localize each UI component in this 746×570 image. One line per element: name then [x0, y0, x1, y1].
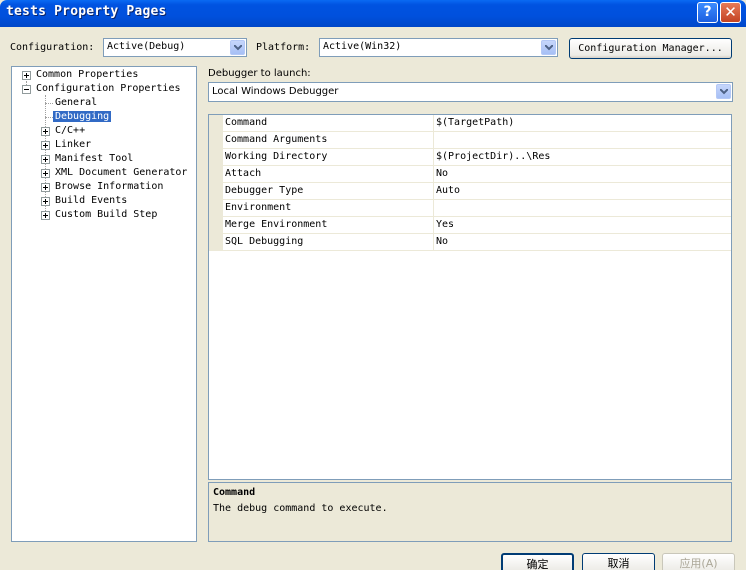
property-name: Debugger Type — [225, 185, 304, 196]
chevron-down-icon[interactable] — [541, 40, 556, 55]
tree-connector — [45, 103, 53, 104]
question-icon: ? — [703, 4, 712, 20]
description-text: The debug command to execute. — [213, 503, 388, 514]
expand-plus-icon[interactable] — [41, 127, 50, 136]
window-title: tests Property Pages — [6, 4, 167, 19]
column-divider — [433, 200, 434, 217]
collapse-minus-icon[interactable] — [22, 85, 31, 94]
property-name: Attach — [225, 168, 262, 179]
expand-plus-icon[interactable] — [41, 155, 50, 164]
help-button[interactable]: ? — [697, 2, 718, 23]
platform-label: Platform: — [256, 42, 311, 53]
debugger-value: Local Windows Debugger — [212, 86, 339, 97]
expand-plus-icon[interactable] — [41, 141, 50, 150]
configuration-value: Active(Debug) — [107, 41, 186, 52]
property-row[interactable]: Environment — [223, 200, 731, 217]
description-title: Command — [213, 487, 256, 498]
column-divider — [433, 132, 434, 149]
property-value[interactable]: $(TargetPath) — [436, 117, 514, 128]
property-row[interactable]: Command $(TargetPath) — [223, 115, 731, 132]
property-name: Environment — [225, 202, 292, 213]
column-divider — [433, 234, 434, 251]
expand-plus-icon[interactable] — [22, 71, 31, 80]
platform-select[interactable]: Active(Win32) — [319, 38, 558, 57]
chevron-down-icon[interactable] — [230, 40, 245, 55]
ok-label: 确定 — [526, 558, 549, 570]
ok-button[interactable]: 确定 — [501, 553, 574, 570]
column-divider — [433, 183, 434, 200]
property-row[interactable]: Attach No — [223, 166, 731, 183]
apply-button[interactable]: 应用(A) — [662, 553, 735, 570]
column-divider — [433, 166, 434, 183]
configuration-manager-label: Configuration Manager... — [578, 43, 723, 54]
property-tree[interactable]: Common Properties Configuration Properti… — [11, 66, 197, 542]
property-row[interactable]: Working Directory $(ProjectDir)..\Res — [223, 149, 731, 166]
column-divider — [433, 217, 434, 234]
property-row[interactable]: Command Arguments — [223, 132, 731, 149]
property-value[interactable]: Yes — [436, 219, 454, 230]
apply-label: 应用(A) — [679, 557, 718, 570]
property-row[interactable]: Debugger Type Auto — [223, 183, 731, 200]
property-value[interactable]: $(ProjectDir)..\Res — [436, 151, 550, 162]
close-button[interactable]: ✕ — [720, 2, 741, 23]
property-name: Merge Environment — [225, 219, 328, 230]
debugger-label: Debugger to launch: — [208, 68, 311, 79]
cancel-label: 取消 — [607, 557, 630, 570]
property-value[interactable]: No — [436, 168, 448, 179]
cancel-button[interactable]: 取消 — [582, 553, 655, 570]
column-divider — [433, 115, 434, 132]
title-bar: tests Property Pages ? ✕ — [0, 0, 746, 27]
property-name: Working Directory — [225, 151, 328, 162]
configuration-manager-button[interactable]: Configuration Manager... — [569, 38, 732, 59]
close-icon: ✕ — [724, 3, 737, 21]
chevron-down-icon[interactable] — [716, 84, 731, 99]
property-name: Command Arguments — [225, 134, 328, 145]
property-value[interactable]: No — [436, 236, 448, 247]
platform-value: Active(Win32) — [323, 41, 402, 52]
tree-connector — [45, 117, 53, 118]
property-value[interactable]: Auto — [436, 185, 460, 196]
description-panel: Command The debug command to execute. — [208, 482, 732, 542]
property-row[interactable]: SQL Debugging No — [223, 234, 731, 251]
column-divider — [433, 149, 434, 166]
expand-plus-icon[interactable] — [41, 169, 50, 178]
property-grid[interactable]: Command $(TargetPath) Command Arguments … — [208, 114, 732, 480]
configuration-select[interactable]: Active(Debug) — [103, 38, 247, 57]
expand-plus-icon[interactable] — [41, 197, 50, 206]
expand-plus-icon[interactable] — [41, 211, 50, 220]
property-name: SQL Debugging — [225, 236, 304, 247]
property-row[interactable]: Merge Environment Yes — [223, 217, 731, 234]
expand-plus-icon[interactable] — [41, 183, 50, 192]
grid-gutter — [209, 115, 223, 251]
property-name: Command — [225, 117, 268, 128]
debugger-select[interactable]: Local Windows Debugger — [208, 82, 733, 102]
configuration-label: Configuration: — [10, 42, 95, 53]
